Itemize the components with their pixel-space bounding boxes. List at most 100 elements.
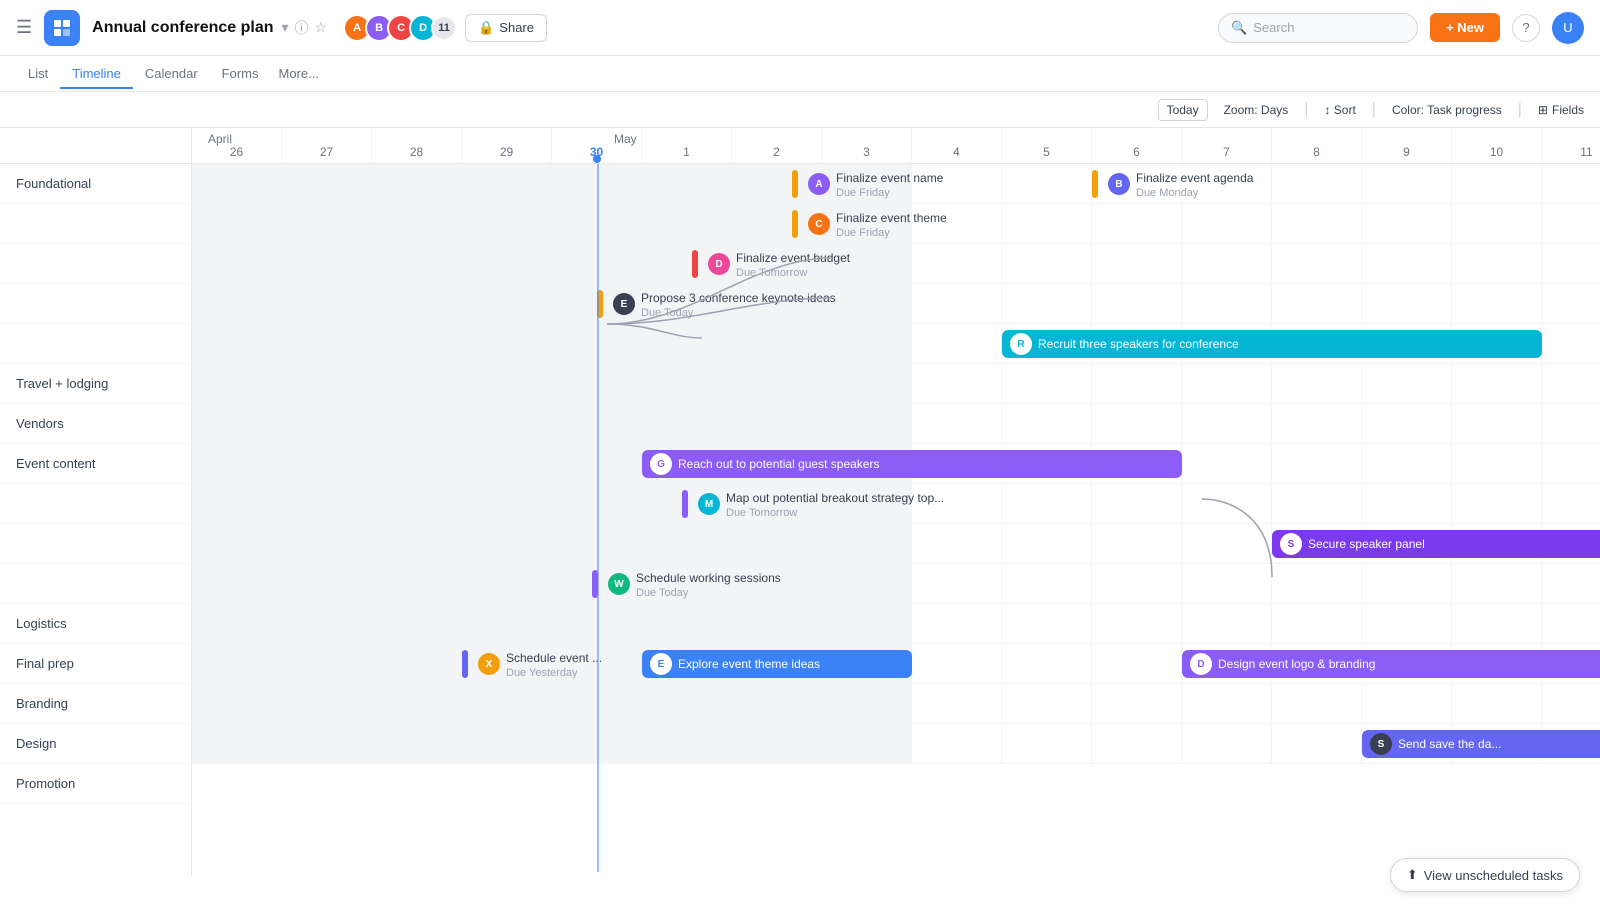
share-button[interactable]: 🔒 Share	[465, 14, 547, 42]
tab-more[interactable]: More...	[271, 60, 327, 87]
task-propose-keynote[interactable]: E Propose 3 conference keynote ideas Due…	[597, 290, 836, 318]
tab-forms[interactable]: Forms	[210, 60, 271, 89]
task-label: Finalize event budget	[736, 251, 850, 265]
sidebar-item-final-prep[interactable]: Final prep	[0, 644, 191, 684]
cell	[1542, 244, 1600, 283]
sidebar-row	[0, 484, 191, 524]
cell	[372, 684, 462, 723]
cell	[732, 404, 822, 443]
search-box[interactable]: 🔍 Search	[1218, 13, 1418, 43]
task-finalize-event-theme[interactable]: C Finalize event theme Due Friday	[792, 210, 947, 238]
cell	[642, 524, 732, 563]
cell	[1542, 404, 1600, 443]
task-due: Due Monday	[1136, 187, 1253, 199]
cell	[1272, 444, 1362, 483]
task-label: Schedule event ...	[506, 651, 602, 665]
date-col-2: 2	[732, 128, 822, 163]
date-col-27: 27	[282, 128, 372, 163]
grid-row-2: C Finalize event theme Due Friday	[192, 204, 1600, 244]
fields-button[interactable]: ⊞ Fields	[1538, 103, 1584, 117]
new-button[interactable]: + New	[1430, 13, 1500, 42]
sidebar-item-travel[interactable]: Travel + lodging	[0, 364, 191, 404]
cell	[282, 404, 372, 443]
cell	[1362, 284, 1452, 323]
cell	[1542, 684, 1600, 723]
cell	[912, 564, 1002, 603]
sidebar-item-branding[interactable]: Branding	[0, 684, 191, 724]
sidebar-item-logistics[interactable]: Logistics	[0, 604, 191, 644]
sidebar-item-promotion[interactable]: Promotion	[0, 764, 191, 804]
cell	[1452, 404, 1542, 443]
cell	[1092, 564, 1182, 603]
task-schedule-event[interactable]: X Schedule event ... Due Yesterday	[462, 650, 602, 678]
timeline-toolbar: Today Zoom: Days | ↕ Sort | Color: Task …	[0, 92, 1600, 128]
task-finalize-event-name[interactable]: A Finalize event name Due Friday	[792, 170, 943, 198]
cell	[1362, 484, 1452, 523]
cell	[912, 404, 1002, 443]
cell	[552, 404, 642, 443]
grid-row-1: A Finalize event name Due Friday B Final…	[192, 164, 1600, 204]
cell	[1272, 484, 1362, 523]
task-label: Recruit three speakers for conference	[1038, 337, 1239, 351]
view-tabs: List Timeline Calendar Forms More...	[0, 56, 1600, 92]
chevron-down-icon[interactable]: ▾	[282, 19, 289, 36]
sidebar-item-vendors[interactable]: Vendors	[0, 404, 191, 444]
grid-row-event-content: G Reach out to potential guest speakers	[192, 444, 1600, 484]
task-schedule-working[interactable]: W Schedule working sessions Due Today	[592, 570, 781, 598]
tab-list[interactable]: List	[16, 60, 60, 89]
cell	[372, 404, 462, 443]
cell	[1182, 444, 1272, 483]
task-finalize-event-agenda[interactable]: B Finalize event agenda Due Monday	[1092, 170, 1253, 198]
sidebar-item-design[interactable]: Design	[0, 724, 191, 764]
zoom-control[interactable]: Zoom: Days	[1224, 103, 1289, 117]
cell	[1542, 164, 1600, 203]
unscheduled-tasks-button[interactable]: ⬆ View unscheduled tasks	[1390, 858, 1580, 892]
sidebar-item-event-content[interactable]: Event content	[0, 444, 191, 484]
star-icon[interactable]: ☆	[315, 19, 328, 36]
task-secure-speaker-panel[interactable]: S Secure speaker panel	[1272, 530, 1600, 558]
cell	[1452, 604, 1542, 643]
avatar-count[interactable]: 11	[431, 15, 457, 41]
info-icon[interactable]: ⓘ	[295, 18, 309, 38]
task-recruit-speakers[interactable]: R Recruit three speakers for conference	[1002, 330, 1542, 358]
task-finalize-event-budget[interactable]: D Finalize event budget Due Tomorrow	[692, 250, 850, 278]
user-avatar[interactable]: U	[1552, 12, 1584, 44]
cell	[372, 444, 462, 483]
tab-timeline[interactable]: Timeline	[60, 60, 133, 89]
cell	[912, 244, 1002, 283]
cell	[552, 364, 642, 403]
task-map-breakout[interactable]: M Map out potential breakout strategy to…	[682, 490, 944, 518]
cell	[732, 324, 822, 363]
cell	[372, 244, 462, 283]
cell	[1452, 564, 1542, 603]
task-label: Map out potential breakout strategy top.…	[726, 491, 944, 505]
sidebar-item-foundational[interactable]: Foundational	[0, 164, 191, 204]
cell	[282, 364, 372, 403]
cell	[192, 324, 282, 363]
top-nav: ☰ Annual conference plan ▾ ⓘ ☆ A B C D 1…	[0, 0, 1600, 56]
cell	[192, 724, 282, 763]
help-button[interactable]: ?	[1512, 14, 1540, 42]
task-send-save-date[interactable]: S Send save the da...	[1362, 730, 1600, 758]
menu-icon[interactable]: ☰	[16, 17, 32, 38]
sort-control[interactable]: ↕ Sort	[1324, 103, 1355, 117]
date-col-7: 7	[1182, 128, 1272, 163]
grid-row-travel	[192, 364, 1600, 404]
cell	[1092, 684, 1182, 723]
cell	[192, 404, 282, 443]
color-control[interactable]: Color: Task progress	[1392, 103, 1502, 117]
cell	[372, 604, 462, 643]
cell	[1182, 364, 1272, 403]
cell	[552, 444, 642, 483]
task-reach-out-speakers[interactable]: G Reach out to potential guest speakers	[642, 450, 1182, 478]
task-explore-theme[interactable]: E Explore event theme ideas	[642, 650, 912, 678]
tab-calendar[interactable]: Calendar	[133, 60, 210, 89]
cell	[372, 724, 462, 763]
cell	[192, 604, 282, 643]
cell	[462, 324, 552, 363]
task-design-logo[interactable]: D Design event logo & branding	[1182, 650, 1600, 678]
cell	[1182, 404, 1272, 443]
cell	[732, 604, 822, 643]
today-button[interactable]: Today	[1158, 99, 1208, 121]
grid-row-logistics: W Schedule working sessions Due Today	[192, 564, 1600, 604]
